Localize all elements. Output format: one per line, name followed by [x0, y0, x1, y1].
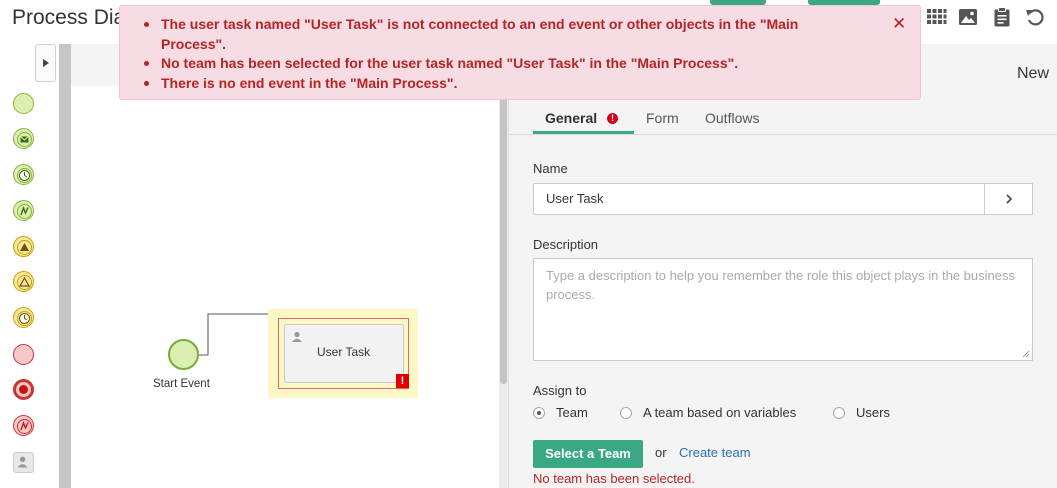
close-icon[interactable]: ✕ [892, 14, 906, 34]
name-field[interactable]: User Task [533, 183, 985, 215]
canvas-scrollbar-left[interactable] [59, 44, 71, 488]
signal-event-icon[interactable] [13, 200, 34, 221]
description-label: Description [533, 237, 599, 252]
page-title: Process Dia [12, 6, 126, 29]
chevron-right-icon [42, 59, 49, 67]
error-item: No team has been selected for the user t… [142, 54, 862, 74]
start-event-shape[interactable] [168, 339, 199, 370]
users-radio-label[interactable]: Users [856, 405, 890, 420]
team-radio-label[interactable]: Team [556, 405, 588, 420]
assign-to-label: Assign to [533, 383, 587, 398]
description-textarea[interactable]: Type a description to help you remember … [533, 258, 1033, 361]
name-details-button[interactable] [985, 183, 1033, 215]
message-event-icon[interactable] [13, 128, 34, 149]
tab-general[interactable]: General [545, 110, 597, 126]
user-task-label: User Task [317, 345, 371, 359]
error-item: The user task named "User Task" is not c… [142, 15, 862, 54]
escalation-event-icon[interactable] [13, 236, 34, 257]
select-team-button[interactable]: Select a Team [533, 440, 643, 468]
timer-boundary-event-icon[interactable] [13, 307, 34, 328]
error-icon[interactable]: ! [396, 374, 409, 388]
start-event-icon[interactable] [13, 93, 34, 114]
tab-form[interactable]: Form [646, 110, 679, 126]
tab-divider [508, 134, 1057, 135]
users-radio[interactable] [833, 407, 845, 419]
clipboard-icon[interactable] [991, 6, 1013, 28]
or-text: or [655, 445, 667, 460]
user-icon [292, 331, 302, 342]
tab-error-icon: ! [607, 113, 618, 124]
resize-handle-icon[interactable] [1022, 350, 1030, 358]
start-event-label: Start Event [153, 378, 210, 390]
conditional-event-icon[interactable] [13, 271, 34, 292]
signal-end-event-icon[interactable] [13, 415, 34, 436]
description-placeholder: Type a description to help you remember … [546, 268, 1015, 302]
grid-icon[interactable] [925, 6, 947, 28]
panel-heading: New [1017, 65, 1050, 82]
tab-outflows[interactable]: Outflows [705, 110, 759, 126]
user-task-icon[interactable] [13, 452, 34, 473]
name-label: Name [533, 161, 568, 176]
team-radio[interactable] [533, 407, 545, 419]
validation-error-banner: The user task named "User Task" is not c… [119, 5, 921, 100]
team-error-message: No team has been selected. [533, 471, 695, 486]
undo-icon[interactable] [1024, 6, 1046, 28]
diagram-canvas[interactable] [71, 86, 499, 488]
terminate-end-event-icon[interactable] [13, 379, 34, 400]
image-icon[interactable] [957, 6, 979, 28]
active-tab-indicator [533, 131, 634, 134]
error-item: There is no end event in the "Main Proce… [142, 74, 862, 94]
end-event-icon[interactable] [13, 344, 34, 365]
chevron-right-icon [1005, 194, 1012, 204]
team-variables-radio[interactable] [620, 407, 632, 419]
palette-expand-button[interactable] [35, 44, 56, 82]
team-variables-radio-label[interactable]: A team based on variables [643, 405, 796, 420]
timer-event-icon[interactable] [13, 164, 34, 185]
scrollbar-thumb[interactable] [500, 94, 507, 384]
canvas-scrollbar[interactable] [499, 44, 508, 488]
create-team-link[interactable]: Create team [679, 445, 751, 460]
